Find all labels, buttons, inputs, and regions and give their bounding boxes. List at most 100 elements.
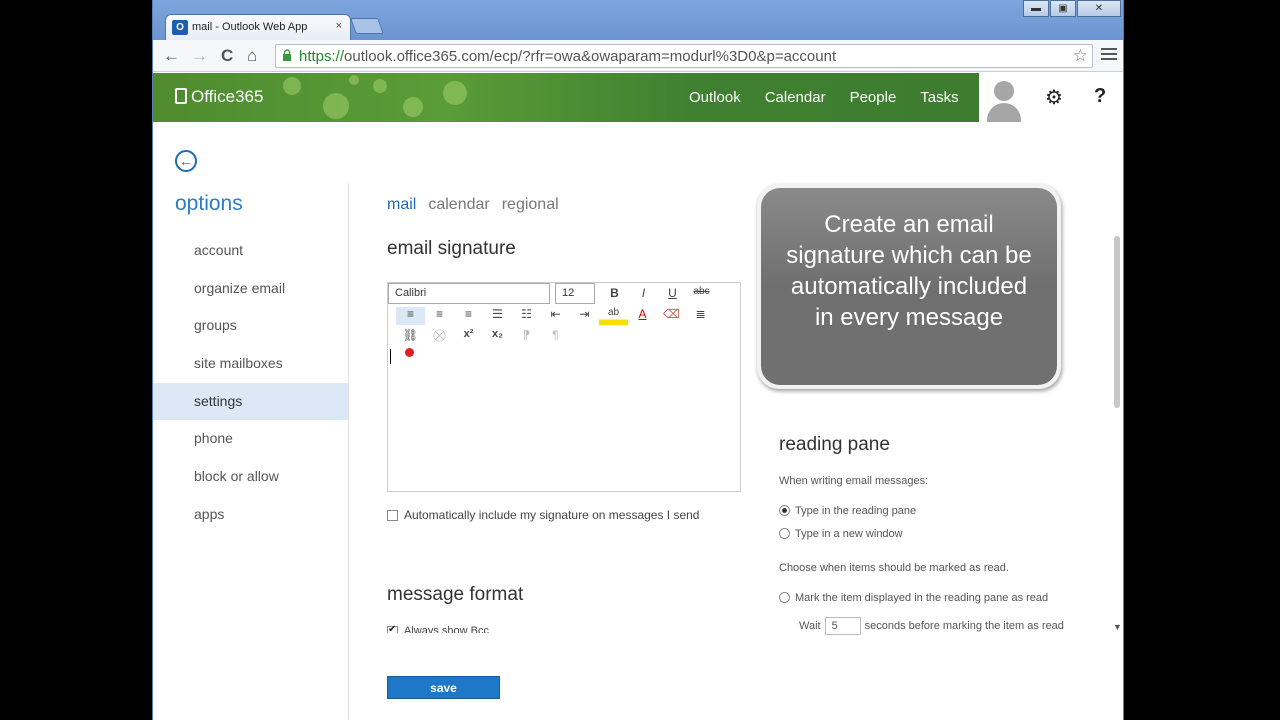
content-clip: [387, 633, 787, 647]
tab-strip: O mail - Outlook Web App × ▬ ▣ ✕: [153, 0, 1123, 40]
header-right-panel: [1029, 73, 1123, 122]
sidebar-item-apps[interactable]: apps: [153, 496, 348, 534]
reading-pane-option[interactable]: Type in the reading pane: [779, 505, 916, 517]
scrollbar-thumb[interactable]: [1114, 236, 1120, 408]
sidebar-item-groups[interactable]: groups: [153, 307, 348, 345]
save-button[interactable]: save: [387, 676, 500, 699]
increase-indent-icon[interactable]: ⇥: [570, 307, 599, 325]
format-toolbar-row3: ⛓ ⛒ x² x₂ ⁋ ¶: [396, 328, 570, 346]
mouse-cursor-highlight: [405, 348, 414, 357]
reload-icon[interactable]: C: [221, 46, 233, 66]
divider: [348, 183, 349, 720]
back-arrow-circle-icon[interactable]: ←: [175, 150, 197, 172]
align-right-icon[interactable]: ≡: [454, 307, 483, 325]
underline-button[interactable]: U: [658, 286, 687, 304]
outlook-icon: O: [172, 20, 188, 35]
url-path: outlook.office365.com/ecp/?rfr=owa&owapa…: [344, 48, 837, 65]
message-format-title: message format: [387, 584, 524, 605]
superscript-icon[interactable]: x²: [454, 328, 483, 346]
sub-tabs: mail calendar regional: [387, 196, 571, 214]
minimize-button[interactable]: ▬: [1023, 0, 1049, 17]
sidebar-item-organize-email[interactable]: organize email: [153, 270, 348, 308]
new-window-radio[interactable]: [779, 528, 790, 539]
strikethrough-button[interactable]: abc: [687, 286, 716, 304]
page-title: options: [175, 192, 243, 215]
address-bar[interactable]: https://outlook.office365.com/ecp/?rfr=o…: [275, 44, 1093, 68]
sidebar-item-phone[interactable]: phone: [153, 420, 348, 458]
ltr-icon[interactable]: ⁋: [512, 328, 541, 346]
avatar[interactable]: [979, 73, 1029, 122]
italic-button[interactable]: I: [629, 286, 658, 304]
font-select[interactable]: Calibri: [388, 283, 550, 304]
gear-icon[interactable]: ⚙: [1045, 85, 1063, 110]
paragraph-spacing-icon[interactable]: ≣: [686, 307, 715, 325]
sidebar-item-account[interactable]: account: [153, 232, 348, 270]
browser-toolbar: ← → C ⌂ https://outlook.office365.com/ec…: [153, 40, 1123, 72]
font-size-select[interactable]: 12: [555, 283, 595, 304]
email-signature-title: email signature: [387, 238, 516, 259]
nav-tasks[interactable]: Tasks: [920, 89, 958, 106]
format-toolbar-row2: ≡ ≡ ≡ ☰ ☷ ⇤ ⇥ ab A ⌫ ≣: [396, 307, 715, 325]
subscript-icon[interactable]: x₂: [483, 328, 512, 346]
sidebar-item-settings[interactable]: settings: [153, 382, 348, 421]
text-caret: [390, 349, 391, 364]
format-toolbar-row1: B I U abc: [600, 286, 716, 304]
mark-read-label: Choose when items should be marked as re…: [779, 562, 1009, 574]
header-decoration: [253, 73, 483, 122]
sidebar-item-block-or-allow[interactable]: block or allow: [153, 458, 348, 496]
bookmark-star-icon[interactable]: ☆: [1073, 46, 1088, 66]
forward-arrow-icon[interactable]: →: [191, 46, 208, 66]
tab-regional[interactable]: regional: [502, 196, 559, 214]
sidebar-item-site-mailboxes[interactable]: site mailboxes: [153, 345, 348, 383]
clear-format-icon[interactable]: ⌫: [657, 307, 686, 325]
auto-signature-checkbox[interactable]: [387, 509, 398, 521]
nav-outlook[interactable]: Outlook: [689, 89, 741, 106]
tab-close-icon[interactable]: ×: [336, 20, 342, 32]
menu-icon[interactable]: [1101, 48, 1117, 63]
align-left-icon[interactable]: ≡: [396, 307, 425, 325]
lock-icon: [283, 49, 291, 61]
tab-mail[interactable]: mail: [387, 196, 416, 214]
help-icon[interactable]: ?: [1094, 85, 1106, 108]
wait-seconds-input[interactable]: 5: [824, 617, 861, 635]
top-nav: Outlook Calendar People Tasks: [689, 89, 983, 106]
auto-signature-label: Automatically include my signature on me…: [404, 508, 700, 522]
remove-link-icon[interactable]: ⛒: [425, 328, 454, 346]
new-tab-button[interactable]: [350, 18, 384, 34]
options-nav: account organize email groups site mailb…: [153, 232, 348, 534]
bold-button[interactable]: B: [600, 286, 629, 304]
insert-link-icon[interactable]: ⛓: [396, 328, 425, 346]
tutorial-callout: Create an email signature which can be a…: [757, 184, 1061, 389]
nav-people[interactable]: People: [850, 89, 897, 106]
office-header: Office365 Outlook Calendar People Tasks …: [153, 73, 1123, 122]
new-window-option[interactable]: Type in a new window: [779, 528, 903, 540]
bullet-list-icon[interactable]: ☰: [483, 307, 512, 325]
reading-pane-radio[interactable]: [779, 505, 790, 516]
align-center-icon[interactable]: ≡: [425, 307, 454, 325]
auto-signature-option[interactable]: Automatically include my signature on me…: [387, 508, 699, 522]
tab-calendar[interactable]: calendar: [428, 196, 489, 214]
back-arrow-icon[interactable]: ←: [163, 46, 180, 66]
scroll-down-arrow-icon[interactable]: ▼: [1113, 622, 1122, 632]
home-icon[interactable]: ⌂: [247, 46, 257, 66]
maximize-button[interactable]: ▣: [1050, 0, 1076, 17]
window-controls: ▬ ▣ ✕: [1022, 0, 1121, 18]
writing-messages-label: When writing email messages:: [779, 475, 929, 487]
url-text: https://outlook.office365.com/ecp/?rfr=o…: [299, 48, 836, 65]
nav-calendar[interactable]: Calendar: [765, 89, 826, 106]
mark-displayed-option[interactable]: Mark the item displayed in the reading p…: [779, 592, 1048, 604]
callout-text: Create an email signature which can be a…: [761, 188, 1057, 385]
close-window-button[interactable]: ✕: [1077, 0, 1121, 17]
rtl-icon[interactable]: ¶: [541, 328, 570, 346]
browser-tab[interactable]: O mail - Outlook Web App ×: [165, 14, 351, 40]
url-scheme: https://: [299, 48, 345, 65]
decrease-indent-icon[interactable]: ⇤: [541, 307, 570, 325]
mark-displayed-radio[interactable]: [779, 592, 790, 603]
office365-logo[interactable]: Office365: [175, 87, 263, 107]
wait-option: Wait 5 seconds before marking the item as …: [799, 617, 1064, 635]
numbered-list-icon[interactable]: ☷: [512, 307, 541, 325]
font-color-icon[interactable]: A: [628, 307, 657, 325]
signature-editor[interactable]: Calibri 12 B I U abc ≡ ≡ ≡ ☰ ☷ ⇤ ⇥ ab A …: [387, 282, 741, 492]
highlight-icon[interactable]: ab: [599, 307, 628, 325]
tab-title: mail - Outlook Web App: [192, 21, 308, 33]
